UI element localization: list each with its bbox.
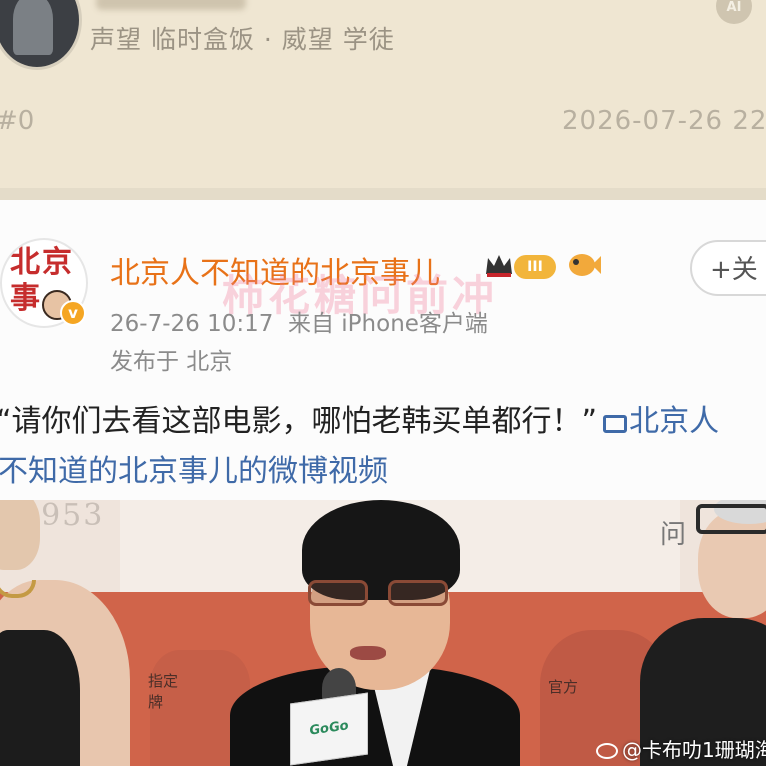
ai-badge-icon[interactable]: AI bbox=[716, 0, 752, 24]
post-meta: 26-7-26 10:17 来自 iPhone客户端 bbox=[110, 304, 488, 338]
post-text-line-1: “请你们去看这部电影，哪怕老韩买单都行！” 北京人 bbox=[0, 396, 719, 440]
person-left bbox=[0, 500, 140, 766]
weibo-credit: @卡布叻1珊瑚海 bbox=[596, 734, 766, 763]
post-time: 26-7-26 10:17 bbox=[110, 311, 274, 337]
person-right-glasses bbox=[696, 504, 766, 534]
microphone: GoGo bbox=[290, 668, 380, 766]
weibo-logo-icon bbox=[596, 743, 618, 759]
video-icon bbox=[603, 415, 628, 433]
blurred-username bbox=[96, 0, 246, 10]
video-link-head[interactable]: 北京人 bbox=[629, 404, 719, 439]
follow-button[interactable]: +关 bbox=[690, 240, 766, 296]
video-frame[interactable]: 1953 问 指定 牌 官方 bbox=[0, 500, 766, 766]
member-level-badge: III bbox=[514, 255, 556, 279]
avatar-figure bbox=[13, 0, 53, 55]
post-location: 发布于 北京 bbox=[110, 349, 233, 375]
user-avatar[interactable] bbox=[0, 0, 82, 70]
logo-char-3: 事 bbox=[10, 281, 40, 316]
user-rank-text: 声望 临时盒饭 · 威望 学徒 bbox=[90, 25, 395, 54]
section-divider bbox=[0, 188, 766, 200]
speaker-glasses bbox=[308, 580, 452, 608]
glasses-lens-right bbox=[388, 580, 448, 606]
post-source: 来自 iPhone客户端 bbox=[287, 311, 488, 337]
video-link-tail[interactable]: 不知道的北京事儿的微博视频 bbox=[0, 446, 388, 490]
person-left-dress bbox=[0, 630, 80, 766]
floor-number: #0 bbox=[0, 106, 35, 136]
credit-text: @卡布叻1珊瑚海 bbox=[622, 738, 766, 762]
backdrop-sign-left: 指定 牌 bbox=[148, 672, 179, 711]
glasses-lens-left bbox=[308, 580, 368, 606]
logo-char-1: 北 bbox=[10, 245, 40, 280]
speaker-mouth bbox=[350, 646, 386, 660]
logo-char-2: 京 bbox=[42, 245, 72, 280]
person-left-hair bbox=[0, 500, 40, 570]
post-quote: “请你们去看这部电影，哪怕老韩买单都行！” bbox=[0, 404, 598, 439]
backdrop-sign-right: 官方 bbox=[548, 678, 579, 696]
forum-post-header: 声望 临时盒饭 · 威望 学徒 AI #0 2026-07-26 22 bbox=[0, 0, 766, 200]
verified-badge-icon: v bbox=[60, 300, 86, 326]
fish-icon bbox=[569, 254, 601, 276]
post-timestamp: 2026-07-26 22 bbox=[562, 106, 766, 136]
mic-flag: GoGo bbox=[290, 692, 368, 766]
person-right bbox=[640, 500, 766, 766]
